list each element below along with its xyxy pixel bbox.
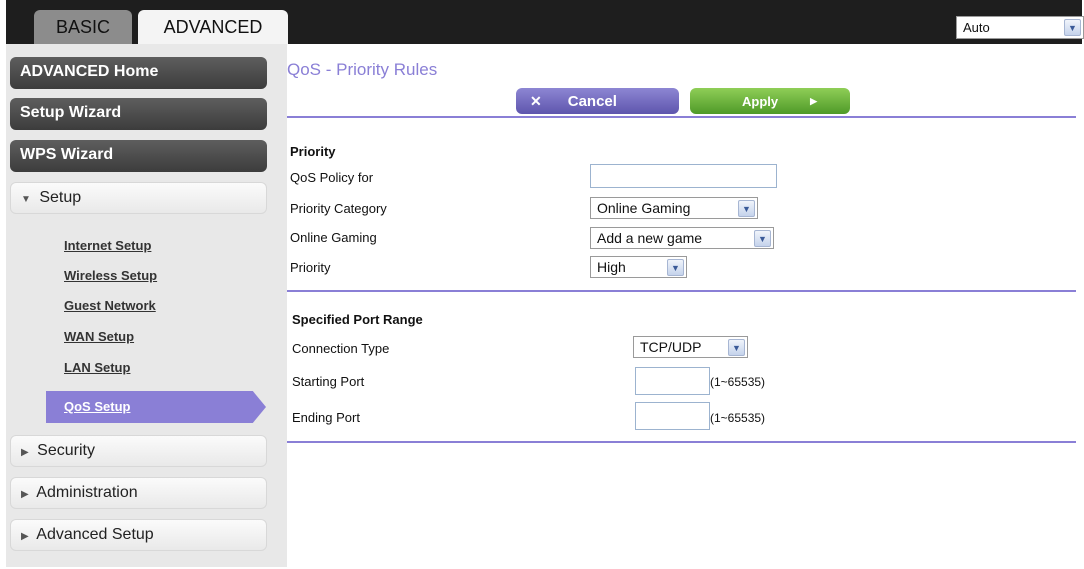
sidebar-item-label: Advanced Setup (36, 526, 154, 543)
chevron-down-icon: ▼ (667, 259, 684, 276)
ending-port-label: Ending Port (292, 410, 360, 425)
online-gaming-select[interactable]: Add a new game ▼ (590, 227, 774, 249)
ending-port-input[interactable] (635, 402, 710, 430)
chevron-down-icon: ▼ (754, 230, 771, 247)
cancel-label: Cancel (567, 92, 617, 110)
arrow-right-icon: ▶ (810, 95, 818, 106)
sidebar-link-qos-setup[interactable]: QoS Setup (46, 391, 266, 423)
language-select[interactable]: Auto ▼ (956, 16, 1084, 39)
priority-category-value: Online Gaming (597, 200, 691, 216)
main-content: QoS - Priority Rules ✕ Cancel Apply ▶ Pr… (287, 44, 1082, 567)
top-bar: BASIC ADVANCED Auto ▼ (6, 0, 1084, 44)
starting-port-label: Starting Port (292, 374, 365, 389)
sidebar-item-security[interactable]: ▶ Security (10, 435, 267, 467)
chevron-down-icon: ▼ (1064, 19, 1081, 36)
sidebar-link-wireless-setup[interactable]: Wireless Setup (64, 268, 157, 283)
triangle-right-icon: ▶ (21, 447, 29, 458)
triangle-down-icon: ▼ (21, 194, 31, 205)
divider (287, 290, 1076, 292)
priority-category-select[interactable]: Online Gaming ▼ (590, 197, 758, 219)
connection-type-label: Connection Type (292, 341, 390, 356)
starting-port-range-note: (1~65535) (710, 375, 766, 389)
sidebar-item-label: Administration (36, 484, 138, 501)
sidebar-item-administration[interactable]: ▶ Administration (10, 477, 267, 509)
priority-category-label: Priority Category (290, 201, 387, 216)
cancel-button[interactable]: ✕ Cancel (516, 88, 679, 114)
priority-select[interactable]: High ▼ (590, 256, 687, 278)
apply-button[interactable]: Apply ▶ (690, 88, 850, 114)
sidebar: ADVANCED Home Setup Wizard WPS Wizard ▼ … (6, 44, 287, 567)
language-value: Auto (963, 20, 990, 35)
online-gaming-label: Online Gaming (290, 230, 377, 245)
priority-label: Priority (290, 260, 331, 275)
divider (287, 441, 1076, 443)
sidebar-item-label: QoS Setup (64, 399, 131, 414)
priority-value: High (597, 259, 626, 275)
starting-port-input[interactable] (635, 367, 710, 395)
sidebar-item-advanced-setup[interactable]: ▶ Advanced Setup (10, 519, 267, 551)
sidebar-item-setup[interactable]: ▼ Setup (10, 182, 267, 214)
connection-type-value: TCP/UDP (640, 339, 702, 355)
x-icon: ✕ (530, 92, 542, 109)
chevron-down-icon: ▼ (738, 200, 755, 217)
sidebar-link-lan-setup[interactable]: LAN Setup (64, 360, 130, 375)
ending-port-range-note: (1~65535) (710, 411, 766, 425)
qos-policy-input[interactable] (590, 164, 777, 188)
sidebar-item-advanced-home[interactable]: ADVANCED Home (10, 57, 267, 89)
sidebar-item-wps-wizard[interactable]: WPS Wizard (10, 140, 267, 172)
section-heading-port-range: Specified Port Range (292, 312, 423, 327)
qos-policy-label: QoS Policy for (290, 170, 374, 185)
sidebar-item-label: Setup (39, 189, 82, 206)
tab-advanced[interactable]: ADVANCED (138, 10, 288, 44)
sidebar-item-setup-wizard[interactable]: Setup Wizard (10, 98, 267, 130)
section-heading-priority: Priority (290, 144, 336, 159)
online-gaming-value: Add a new game (597, 230, 703, 246)
triangle-right-icon: ▶ (21, 531, 29, 542)
sidebar-link-wan-setup[interactable]: WAN Setup (64, 329, 134, 344)
tab-basic[interactable]: BASIC (34, 10, 132, 44)
divider (287, 116, 1076, 118)
sidebar-link-internet-setup[interactable]: Internet Setup (64, 238, 151, 253)
page-title: QoS - Priority Rules (287, 60, 438, 79)
sidebar-item-label: Security (37, 442, 95, 459)
connection-type-select[interactable]: TCP/UDP ▼ (633, 336, 748, 358)
chevron-down-icon: ▼ (728, 339, 745, 356)
apply-label: Apply (742, 93, 779, 109)
triangle-right-icon: ▶ (21, 489, 29, 500)
sidebar-link-guest-network[interactable]: Guest Network (64, 298, 156, 313)
